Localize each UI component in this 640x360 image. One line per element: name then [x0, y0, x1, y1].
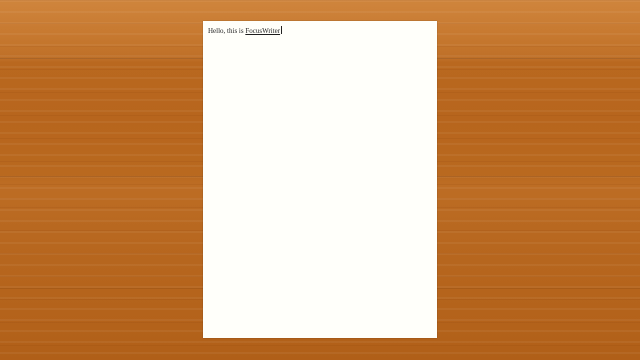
document-link-text[interactable]: FocusWriter: [245, 27, 280, 35]
document-text: Hello, this is: [208, 27, 246, 35]
text-cursor: [281, 26, 283, 34]
document-text-area[interactable]: Hello, this is FocusWriter: [208, 26, 432, 36]
document-page[interactable]: Hello, this is FocusWriter: [203, 21, 437, 338]
